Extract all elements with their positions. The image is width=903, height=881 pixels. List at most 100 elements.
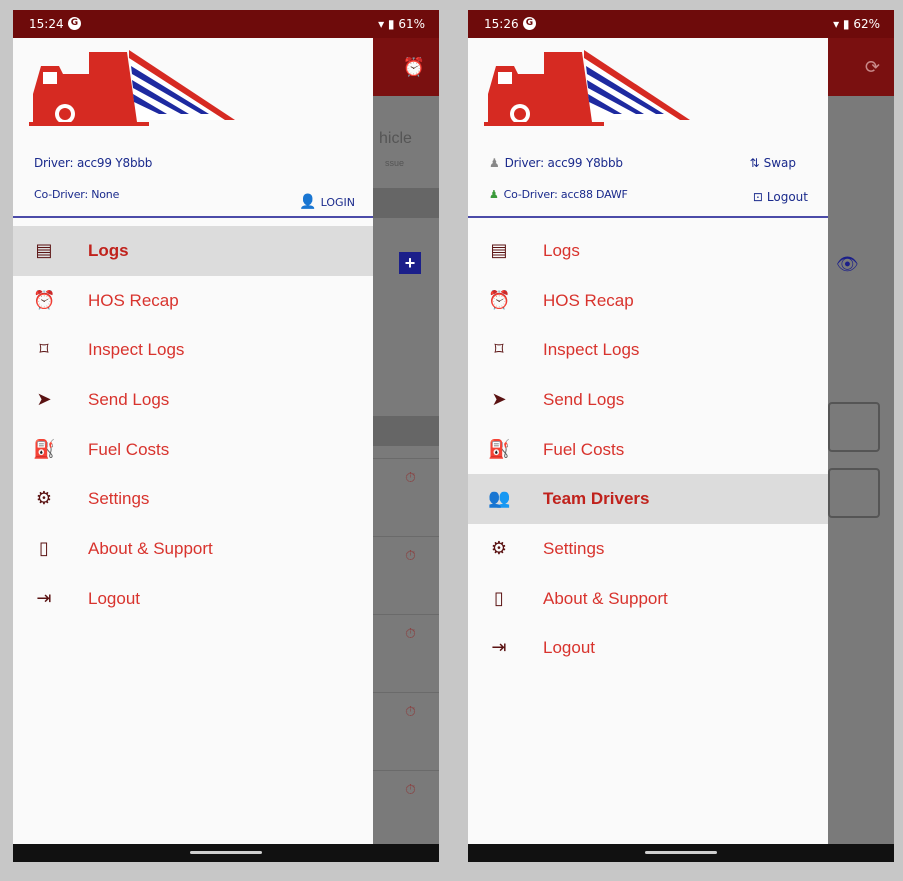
- screenshot-separator: [437, 10, 463, 862]
- bg-subtitle-fragment: ssue: [385, 158, 405, 168]
- battery-percent: 62%: [853, 17, 880, 31]
- navigation-drawer: ♟ Driver: acc99 Y8bbb ♟ Co-Driver: acc88 D…: [468, 38, 828, 844]
- phone-screen-left: 15:24 G ▾ ▮ 61% ⏰ hicle ssue + ⏱ ⏱ ⏱ ⏱ ⏱: [13, 10, 439, 862]
- menu-item-label: About & Support: [88, 538, 213, 558]
- gear-icon: ⚙: [490, 537, 508, 559]
- gear-icon: ⚙: [35, 488, 53, 510]
- menu-item-inspect-logs[interactable]: ⌑ Inspect Logs: [13, 325, 373, 375]
- menu-item-label: Inspect Logs: [88, 340, 185, 360]
- status-right: ▾ ▮ 61%: [378, 17, 425, 31]
- menu-item-label: HOS Recap: [543, 290, 634, 310]
- bg-input-box: [828, 402, 880, 452]
- clock-icon: ⏱: [405, 625, 416, 641]
- drawer-menu: ▤ Logs ⏰ HOS Recap ⌑ Inspect Logs ➤ Send Logs ⛽ F…: [13, 226, 373, 624]
- menu-item-settings[interactable]: ⚙ Settings: [468, 524, 828, 574]
- system-nav-bar: [13, 844, 439, 862]
- menu-item-fuel-costs[interactable]: ⛽ Fuel Costs: [13, 425, 373, 475]
- codriver-line: ♟ Co-Driver: acc88 DAWF: [489, 188, 628, 201]
- menu-item-label: Settings: [88, 489, 150, 509]
- menu-item-send-logs[interactable]: ➤ Send Logs: [468, 375, 828, 425]
- team-icon: 👥: [488, 488, 511, 510]
- home-gesture-pill[interactable]: [190, 851, 262, 854]
- bg-section-bar: [373, 188, 439, 218]
- logbook-icon: ▤: [490, 239, 508, 261]
- menu-item-hos-recap[interactable]: ⏰ HOS Recap: [468, 276, 828, 326]
- phone-icon: ▯: [39, 537, 49, 559]
- alarm-icon: ⏰: [402, 57, 425, 77]
- inspect-icon: ⌑: [39, 339, 49, 361]
- menu-item-label: Inspect Logs: [543, 340, 640, 360]
- status-time: 15:26: [484, 17, 519, 31]
- menu-item-label: Send Logs: [543, 389, 625, 409]
- login-button[interactable]: 👤 LOGIN: [299, 194, 355, 210]
- status-time: 15:24: [29, 17, 64, 31]
- menu-item-logout[interactable]: ⇥ Logout: [468, 624, 828, 674]
- menu-item-send-logs[interactable]: ➤ Send Logs: [13, 375, 373, 425]
- bg-row: ⏱: [373, 614, 439, 684]
- driver-info: Driver: acc99 Y8bbb Co-Driver: None 👤 LOG…: [13, 148, 373, 218]
- menu-item-label: Logout: [543, 638, 595, 658]
- logout-action-button[interactable]: ⊡ Logout: [753, 190, 808, 204]
- alarm-clock-icon: ⏰: [33, 289, 56, 311]
- bg-title-fragment: hicle: [379, 130, 412, 147]
- phone-icon: ▯: [494, 587, 504, 609]
- status-right: ▾ ▮ 62%: [833, 17, 880, 31]
- logbook-icon: ▤: [35, 239, 53, 261]
- driver-person-icon: ♟: [489, 156, 500, 170]
- swap-button[interactable]: ⇅ Swap: [750, 156, 796, 170]
- menu-item-hos-recap[interactable]: ⏰ HOS Recap: [13, 276, 373, 326]
- bg-section-bar-2: [373, 416, 439, 446]
- menu-item-fuel-costs[interactable]: ⛽ Fuel Costs: [468, 425, 828, 475]
- status-bar: 15:24 G ▾ ▮ 61%: [13, 10, 439, 38]
- clock-icon: ⏱: [405, 469, 416, 485]
- menu-item-label: HOS Recap: [88, 290, 179, 310]
- menu-item-logs[interactable]: ▤ Logs: [468, 226, 828, 276]
- header-divider: [13, 216, 373, 218]
- menu-item-about-support[interactable]: ▯ About & Support: [468, 574, 828, 624]
- bg-row: ⏱: [373, 458, 439, 528]
- menu-item-inspect-logs[interactable]: ⌑ Inspect Logs: [468, 325, 828, 375]
- driver-info: ♟ Driver: acc99 Y8bbb ♟ Co-Driver: acc88 D…: [468, 148, 828, 218]
- menu-item-about-support[interactable]: ▯ About & Support: [13, 524, 373, 574]
- fuel-pump-icon: ⛽: [488, 438, 511, 460]
- bg-row: ⏱: [373, 692, 439, 762]
- menu-item-label: Logout: [88, 588, 140, 608]
- truck-logo: [29, 50, 235, 126]
- menu-item-label: Logs: [543, 240, 580, 260]
- bg-row: ⏱: [373, 536, 439, 606]
- add-icon: +: [399, 252, 421, 274]
- status-bar: 15:26 G ▾ ▮ 62%: [468, 10, 894, 38]
- codriver-text: Co-Driver: acc88 DAWF: [503, 188, 628, 201]
- menu-item-logs[interactable]: ▤ Logs: [13, 226, 373, 276]
- menu-item-team-drivers[interactable]: 👥 Team Drivers: [468, 474, 828, 525]
- menu-item-settings[interactable]: ⚙ Settings: [13, 474, 373, 524]
- menu-item-label: Fuel Costs: [88, 439, 170, 459]
- send-icon: ➤: [491, 388, 507, 410]
- driver-line: ♟ Driver: acc99 Y8bbb: [489, 156, 623, 170]
- person-icon: 👤: [299, 194, 317, 210]
- menu-item-label: About & Support: [543, 588, 668, 608]
- notification-g-icon: G: [523, 17, 536, 30]
- drawer-menu: ▤ Logs ⏰ HOS Recap ⌑ Inspect Logs ➤ Send Logs ⛽ F…: [468, 226, 828, 673]
- fuel-pump-icon: ⛽: [33, 438, 56, 460]
- menu-item-logout[interactable]: ⇥ Logout: [13, 574, 373, 624]
- menu-item-label: Fuel Costs: [543, 439, 625, 459]
- phone-screen-right: 15:26 G ▾ ▮ 62% ⟳ 👁 ♟ Driver: acc99 Y8bbb…: [468, 10, 894, 862]
- menu-item-label: Settings: [543, 538, 605, 558]
- truck-logo: [484, 50, 690, 126]
- refresh-icon: ⟳: [864, 57, 880, 77]
- send-icon: ➤: [36, 388, 52, 410]
- battery-percent: 61%: [398, 17, 425, 31]
- swap-icon: ⇅: [749, 156, 760, 170]
- swap-label: Swap: [763, 156, 796, 170]
- eye-icon: 👁: [836, 254, 859, 274]
- clock-icon: ⏱: [405, 703, 416, 719]
- navigation-drawer: Driver: acc99 Y8bbb Co-Driver: None 👤 LOG…: [13, 38, 373, 844]
- menu-item-label: Send Logs: [88, 389, 170, 409]
- driver-line: Driver: acc99 Y8bbb: [34, 156, 153, 170]
- driver-text: Driver: acc99 Y8bbb: [504, 156, 623, 170]
- codriver-line: Co-Driver: None: [34, 188, 120, 201]
- home-gesture-pill[interactable]: [645, 851, 717, 854]
- bg-input-box: [828, 468, 880, 518]
- alarm-clock-icon: ⏰: [488, 289, 511, 311]
